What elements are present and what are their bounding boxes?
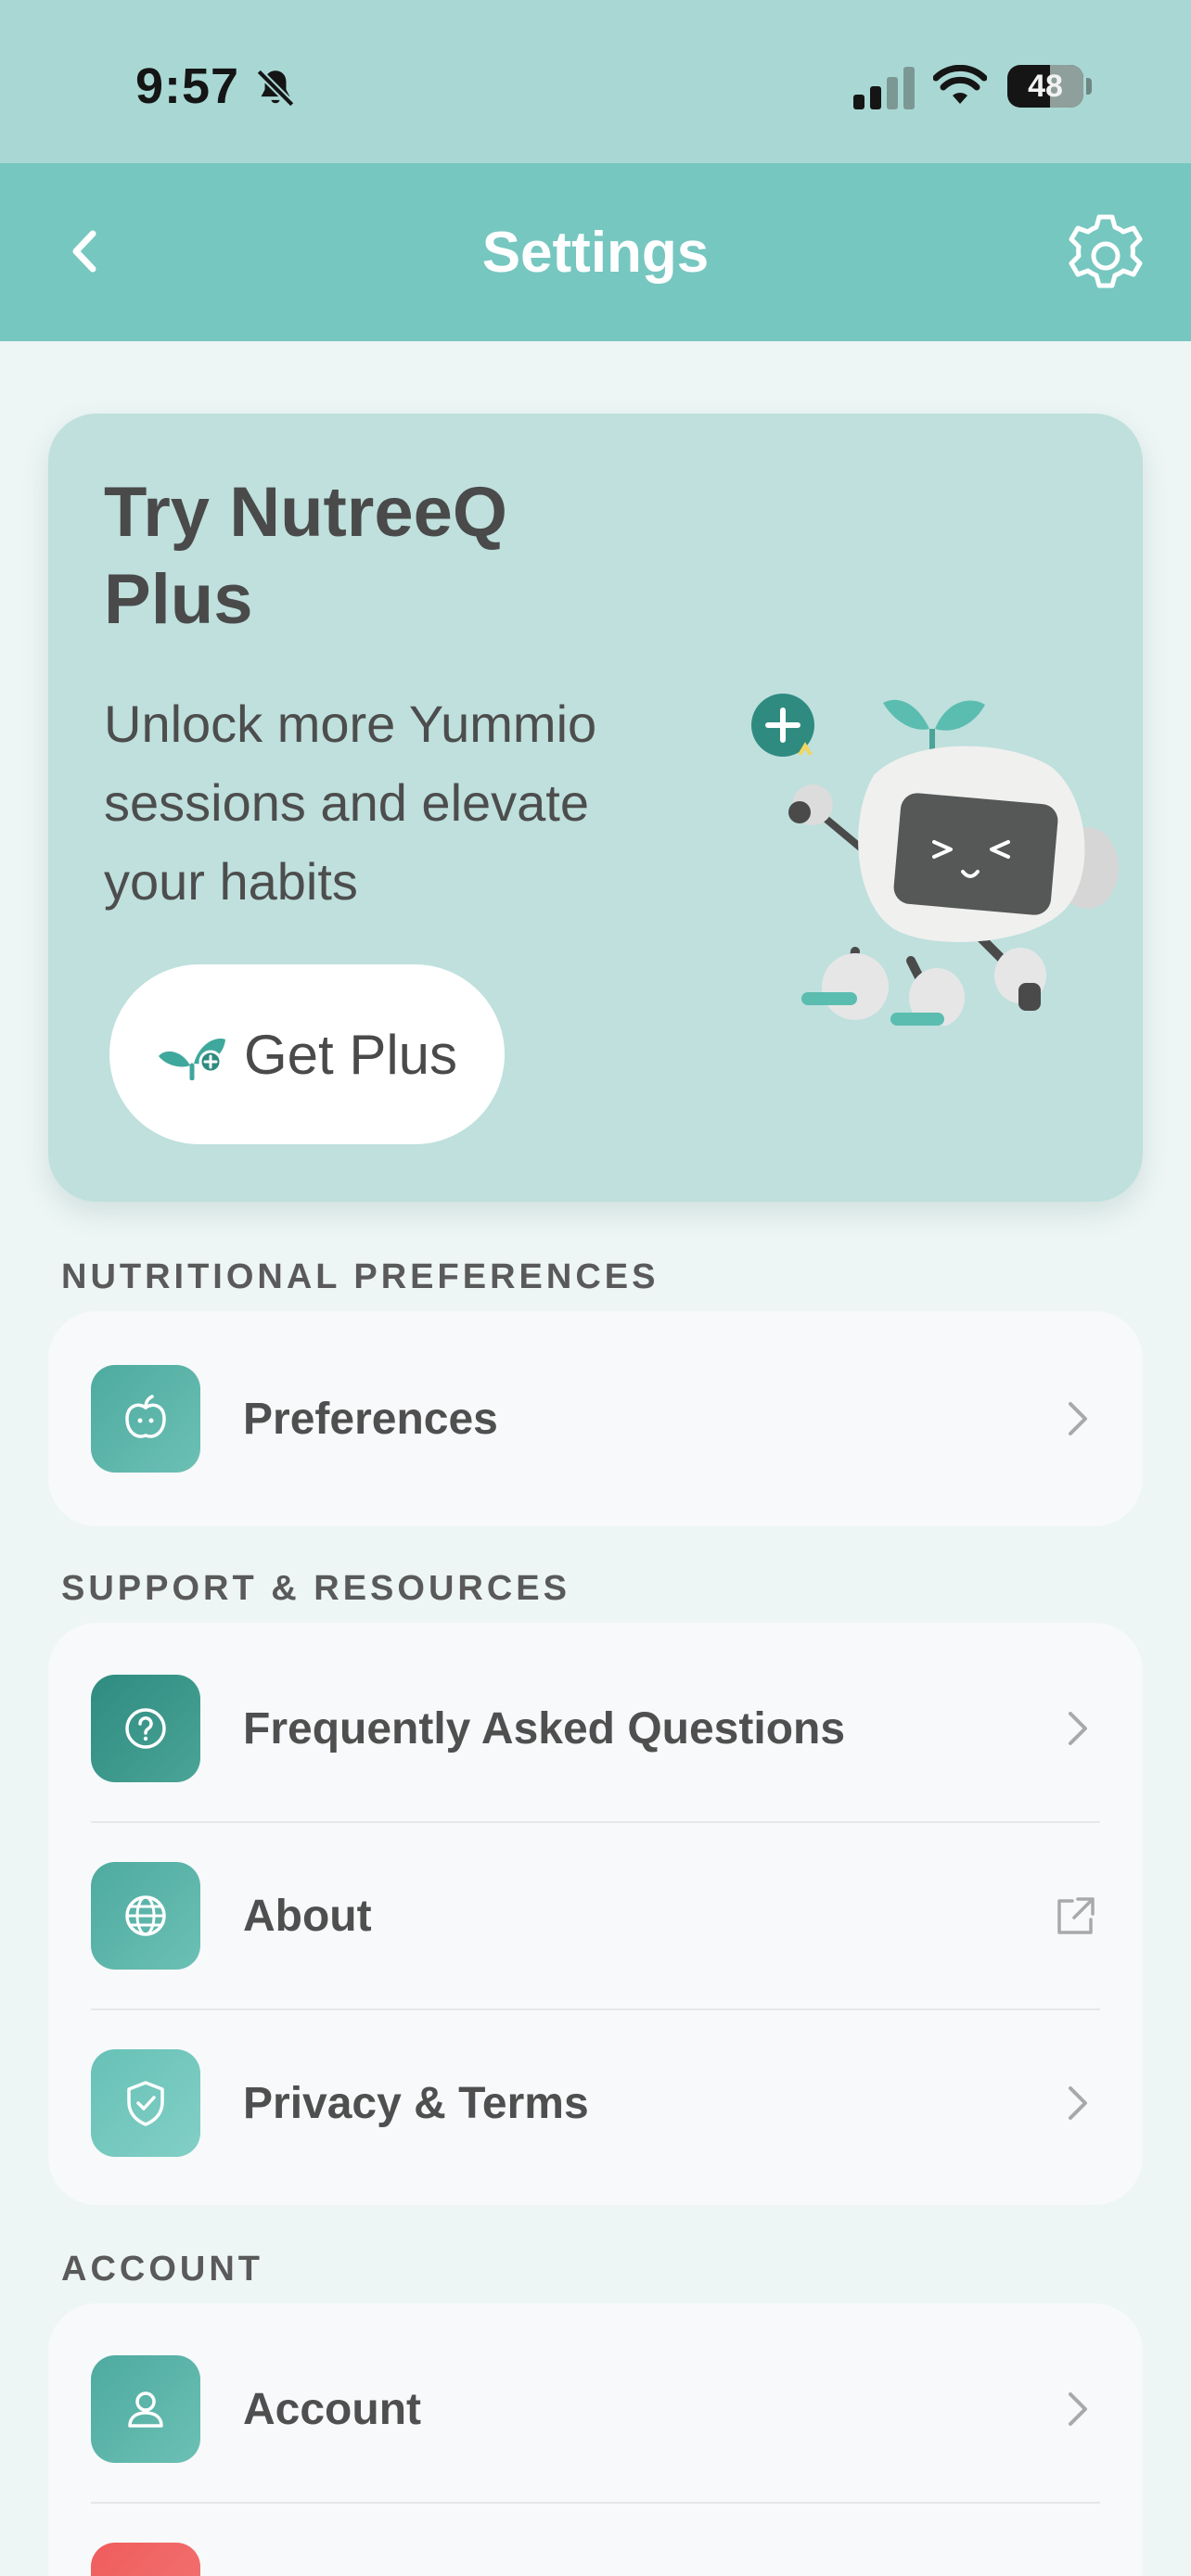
apple-icon: [125, 1395, 166, 1438]
faq-row[interactable]: Frequently Asked Questions: [48, 1636, 1143, 1821]
get-plus-label: Get Plus: [243, 1023, 458, 1086]
user-icon: [128, 2391, 163, 2428]
chevron-right-icon: [1069, 1402, 1087, 1435]
gear-icon[interactable]: [1059, 210, 1152, 302]
chevron-right-icon: [1069, 2086, 1087, 2120]
account-label: Account: [243, 2384, 421, 2434]
external-link-icon: [1057, 1897, 1095, 1934]
sprout-plus-icon: [158, 1039, 225, 1080]
globe-icon: [125, 1895, 166, 1936]
bell-off-icon: [256, 69, 295, 108]
account-group: Account: [48, 2303, 1143, 2576]
preferences-label: Preferences: [243, 1394, 498, 1444]
privacy-terms-label: Privacy & Terms: [243, 2078, 589, 2128]
privacy-terms-row[interactable]: Privacy & Terms: [48, 2010, 1143, 2196]
nav-bar: Settings: [0, 163, 1191, 341]
battery-icon: 48: [1007, 65, 1083, 108]
wifi-icon: [933, 65, 987, 104]
faq-label: Frequently Asked Questions: [243, 1703, 846, 1753]
privacy-icon-box: [91, 2049, 200, 2157]
account-icon-box: [91, 2355, 200, 2463]
about-row[interactable]: About: [48, 1823, 1143, 2009]
preferences-icon-box: [91, 1365, 200, 1473]
chevron-right-icon: [1069, 1712, 1087, 1745]
status-bar: 9:57 48: [0, 0, 1191, 163]
status-time: 9:57: [135, 58, 240, 114]
cellular-signal-icon: [853, 67, 915, 109]
get-plus-button[interactable]: Get Plus: [109, 964, 505, 1144]
preferences-row[interactable]: Preferences: [48, 1326, 1143, 1511]
nutrition-group: Preferences: [48, 1311, 1143, 1526]
question-circle-icon: [125, 1708, 166, 1749]
section-heading-account: ACCOUNT: [61, 2250, 263, 2289]
shield-check-icon: [127, 2081, 164, 2126]
promo-title: Try NutreeQ Plus: [104, 473, 508, 639]
account-row[interactable]: Account: [48, 2316, 1143, 2502]
about-label: About: [243, 1891, 372, 1941]
battery-percent: 48: [1028, 68, 1063, 104]
battery-nub: [1086, 78, 1092, 95]
chevron-right-icon: [1069, 2392, 1087, 2426]
partial-red-icon-box: [91, 2543, 200, 2576]
section-heading-support: SUPPORT & RESOURCES: [61, 1569, 570, 1608]
section-heading-nutrition: NUTRITIONAL PREFERENCES: [61, 1257, 660, 1296]
promo-card: Try NutreeQ Plus Unlock more Yummio sess…: [48, 414, 1143, 1202]
promo-description: Unlock more Yummio sessions and elevate …: [104, 695, 597, 911]
about-icon-box: [91, 1862, 200, 1970]
support-group: Frequently Asked Questions About Privacy…: [48, 1623, 1143, 2205]
back-button[interactable]: [56, 221, 113, 282]
partial-row[interactable]: [48, 2504, 1143, 2576]
faq-icon-box: [91, 1675, 200, 1782]
robot-mascot-illustration: [751, 694, 1119, 1026]
page-title: Settings: [481, 220, 710, 285]
